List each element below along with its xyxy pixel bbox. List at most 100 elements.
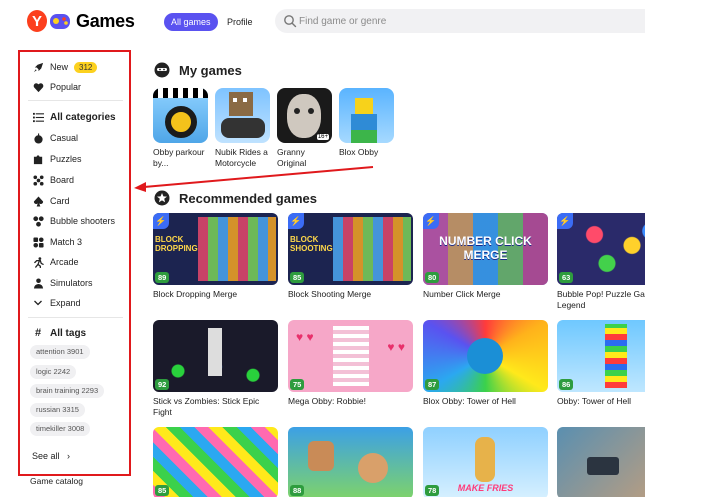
- logo[interactable]: Y Games: [27, 10, 135, 32]
- sidebar-item-label: Card: [50, 196, 70, 206]
- match3-icon: [32, 236, 44, 248]
- divider: [28, 317, 123, 318]
- rating-badge: 89: [155, 272, 170, 283]
- apple-icon: [32, 132, 44, 144]
- game-thumbnail: 88: [288, 427, 413, 497]
- game-thumbnail: [339, 88, 394, 143]
- sidebar-item-popular[interactable]: Popular: [32, 79, 81, 95]
- sidebar-item-label: Casual: [50, 133, 79, 143]
- sidebar-item-board[interactable]: Board: [32, 172, 74, 188]
- game-title: Bubble Pop! Puzzle Game Legend: [557, 289, 645, 310]
- game-card[interactable]: [557, 427, 645, 497]
- search-input[interactable]: [299, 12, 629, 30]
- star-badge-icon: [154, 190, 170, 206]
- rating-badge: 85: [290, 272, 305, 283]
- see-all-link[interactable]: See all ›: [32, 451, 70, 461]
- game-thumbnail: BLOCK DROPPING ⚡ 89: [153, 213, 278, 285]
- my-game-card[interactable]: Nubik Rides a Motorcycle: [215, 88, 270, 169]
- lightning-icon: ⚡: [423, 213, 439, 229]
- game-title: Block Shooting Merge: [288, 289, 372, 299]
- rocket-icon: [32, 61, 44, 73]
- sidebar-item-arcade[interactable]: Arcade: [32, 254, 79, 270]
- divider: [28, 100, 123, 101]
- game-card[interactable]: BLOCK SHOOTING ⚡ 85 Block Shooting Merge: [288, 213, 413, 300]
- my-games-heading: My games: [154, 62, 242, 78]
- sidebar-item-casual[interactable]: Casual: [32, 130, 78, 146]
- expand-button[interactable]: Expand: [32, 295, 81, 311]
- sidebar-item-label: Arcade: [50, 257, 79, 267]
- search-bar[interactable]: [275, 9, 645, 33]
- game-thumbnail: [557, 427, 645, 497]
- game-thumbnail: [215, 88, 270, 143]
- my-game-card[interactable]: 16+ Granny Original: [277, 88, 332, 169]
- sidebar-item-label: Puzzles: [50, 154, 82, 164]
- sidebar-item-simulators[interactable]: Simulators: [32, 275, 93, 291]
- section-title: Recommended games: [179, 190, 317, 206]
- game-title: Block Dropping Merge: [153, 289, 238, 299]
- puzzle-icon: [32, 153, 44, 165]
- sidebar-item-label: Popular: [50, 82, 82, 92]
- game-card[interactable]: 86 Obby: Tower of Hell: [557, 320, 645, 407]
- tab-profile[interactable]: Profile: [227, 13, 253, 31]
- thumb-text: MAKE FRIES: [457, 483, 514, 493]
- game-title: Stick vs Zombies: Stick Epic Fight: [153, 396, 260, 417]
- game-thumbnail: 87: [423, 320, 548, 392]
- heart-icon: [32, 81, 44, 93]
- sidebar-item-new[interactable]: New 312: [32, 59, 98, 75]
- game-card[interactable]: BLOCK DROPPING ⚡ 89 Block Dropping Merge: [153, 213, 278, 300]
- thumb-text: NUMBER CLICK MERGE: [439, 234, 532, 262]
- my-game-card[interactable]: Blox Obby: [339, 88, 394, 158]
- tag-chip[interactable]: timekiller 3008: [30, 422, 91, 436]
- logo-y-icon: Y: [27, 10, 47, 32]
- rating-badge: 88: [290, 485, 305, 496]
- game-title: Number Click Merge: [423, 289, 501, 299]
- sidebar-item-label: Match 3: [50, 237, 83, 247]
- sidebar-item-all-categories[interactable]: All categories: [32, 109, 116, 125]
- game-thumbnail: 16+: [277, 88, 332, 143]
- sidebar-item-label: All tags: [50, 327, 87, 339]
- expand-label: Expand: [50, 298, 81, 308]
- sidebar-item-match-3[interactable]: Match 3: [32, 234, 82, 250]
- sidebar-item-label: All categories: [50, 111, 116, 123]
- page: Y Games All games Profile Find game or g…: [0, 0, 708, 497]
- tag-chip[interactable]: brain training 2293: [30, 384, 105, 398]
- tag-chip[interactable]: attention 3901: [30, 345, 90, 359]
- game-thumbnail: 92: [153, 320, 278, 392]
- game-thumbnail: [153, 88, 208, 143]
- game-card[interactable]: 92 Stick vs Zombies: Stick Epic Fight: [153, 320, 278, 418]
- game-catalog-link[interactable]: Game catalog: [30, 476, 83, 486]
- sidebar-item-card[interactable]: Card: [32, 193, 70, 209]
- rating-badge: 78: [425, 485, 440, 496]
- game-card[interactable]: MAKE FRIES 78: [423, 427, 548, 497]
- thumb-text: BLOCK DROPPING: [155, 235, 198, 253]
- running-man-icon: [32, 256, 44, 268]
- gamepad-icon: [49, 10, 71, 32]
- game-card[interactable]: 87 Blox Obby: Tower of Hell: [423, 320, 548, 407]
- game-card[interactable]: NUMBER CLICK MERGE ⚡ 80 Number Click Mer…: [423, 213, 548, 300]
- game-thumbnail: 86: [557, 320, 645, 392]
- sidebar-item-all-tags[interactable]: # All tags: [32, 325, 86, 341]
- rating-badge: 87: [425, 379, 440, 390]
- sidebar-item-bubble-shooters[interactable]: Bubble shooters: [32, 213, 115, 229]
- sidebar: New 312 Popular All categories Casual Pu…: [18, 50, 131, 476]
- sidebar-item-label: New: [50, 62, 69, 72]
- rating-badge: 92: [155, 379, 170, 390]
- thumb-text: BLOCK SHOOTING: [290, 235, 333, 253]
- spade-icon: [32, 195, 44, 207]
- tab-all-games[interactable]: All games: [164, 13, 218, 31]
- tag-chip[interactable]: logic 2242: [30, 365, 77, 379]
- my-game-card[interactable]: Obby parkour by...: [153, 88, 208, 169]
- game-card[interactable]: ⚡ 63 Bubble Pop! Puzzle Game Legend: [557, 213, 645, 311]
- lightning-icon: ⚡: [288, 213, 304, 229]
- sidebar-item-puzzles[interactable]: Puzzles: [32, 151, 82, 167]
- game-thumbnail: MAKE FRIES 78: [423, 427, 548, 497]
- lightning-icon: ⚡: [557, 213, 573, 229]
- logo-text: Games: [76, 10, 135, 31]
- game-card[interactable]: 88: [288, 427, 413, 497]
- game-title: Granny Original: [277, 147, 307, 168]
- game-card[interactable]: 85: [153, 427, 278, 497]
- tag-chip[interactable]: russian 3315: [30, 403, 85, 417]
- game-card[interactable]: ♥ ♥ ♥ ♥ 75 Mega Obby: Robbie!: [288, 320, 413, 407]
- game-thumbnail: 85: [153, 427, 278, 497]
- rating-badge: 86: [559, 379, 574, 390]
